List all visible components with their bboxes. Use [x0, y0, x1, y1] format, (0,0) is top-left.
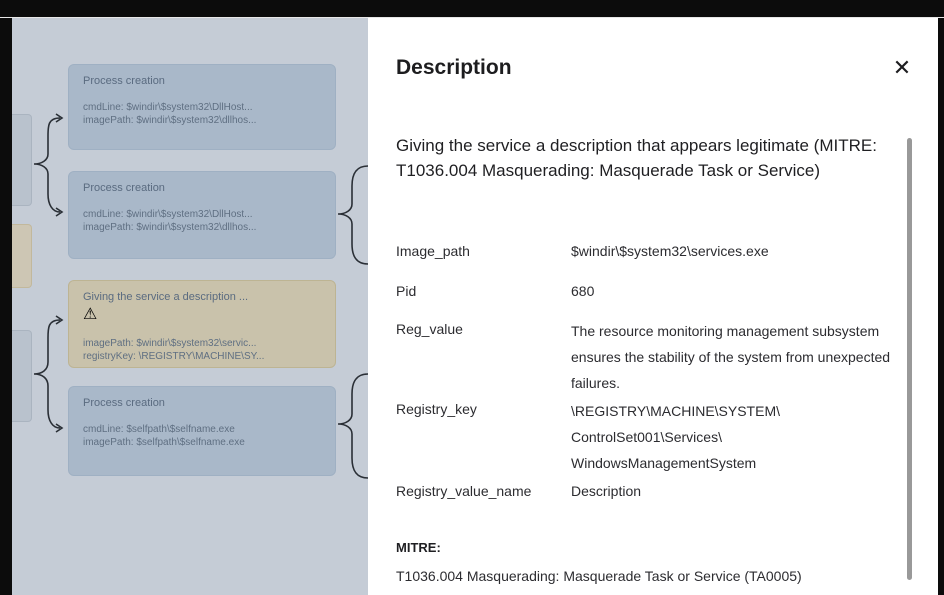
property-value: Description: [571, 483, 642, 499]
graph-node[interactable]: Process creation cmdLine: $selfpath\$sel…: [68, 386, 336, 476]
property-row: Pid 680: [396, 280, 906, 318]
graph-node-warning[interactable]: Giving the service a description ... ⚠ i…: [68, 280, 336, 368]
property-value: $windir\$system32\services.exe: [571, 243, 769, 259]
property-key: Registry_key: [396, 401, 477, 417]
node-detail-line: imagePath: $windir\$system32\servic...: [83, 338, 257, 349]
node-detail-line: imagePath: $windir\$system32\dllhos...: [83, 222, 257, 233]
close-button[interactable]: ✕: [888, 54, 916, 82]
node-title: Process creation: [83, 397, 165, 409]
property-value: The resource monitoring management subsy…: [571, 323, 891, 391]
property-row: Registry_value_name Description: [396, 480, 906, 510]
node-title: Process creation: [83, 182, 165, 194]
property-row: Reg_value The resource monitoring manage…: [396, 318, 906, 398]
node-detail-line: imagePath: $selfpath\$selfname.exe: [83, 437, 245, 448]
node-title: Process creation: [83, 75, 165, 87]
node-detail-line: cmdLine: $windir\$system32\DllHost...: [83, 102, 253, 113]
event-heading: Giving the service a description that ap…: [396, 136, 877, 180]
description-panel: Description ✕ Giving the service a descr…: [368, 18, 938, 595]
property-key: Registry_value_name: [396, 483, 532, 499]
node-detail-line: cmdLine: $windir\$system32\DllHost...: [83, 209, 253, 220]
node-detail-line: registryKey: \REGISTRY\MACHINE\SY...: [83, 351, 265, 362]
process-graph: Process creation cmdLine: $windir\$syste…: [12, 18, 368, 595]
mitre-label: MITRE:: [396, 540, 441, 555]
node-detail-line: imagePath: $windir\$system32\dllhos...: [83, 115, 257, 126]
node-title: Giving the service a description ...: [83, 291, 249, 303]
property-row: Image_path $windir\$system32\services.ex…: [396, 240, 906, 280]
panel-title: Description: [396, 56, 512, 79]
close-icon[interactable]: ✕: [893, 55, 911, 80]
properties-list: Image_path $windir\$system32\services.ex…: [396, 240, 906, 510]
property-value: \REGISTRY\MACHINE\SYSTEM\ ControlSet001\…: [571, 403, 780, 471]
mitre-value: T1036.004 Masquerading: Masquerade Task …: [396, 568, 802, 584]
property-value: 680: [571, 283, 595, 299]
graph-node[interactable]: Process creation cmdLine: $windir\$syste…: [68, 64, 336, 150]
property-key: Pid: [396, 283, 417, 299]
node-detail-line: cmdLine: $selfpath\$selfname.exe: [83, 424, 235, 435]
property-key: Reg_value: [396, 321, 463, 337]
property-key: Image_path: [396, 243, 470, 259]
property-row: Registry_key \REGISTRY\MACHINE\SYSTEM\ C…: [396, 398, 906, 480]
warning-icon: ⚠: [83, 306, 98, 323]
graph-node[interactable]: Process creation cmdLine: $windir\$syste…: [68, 171, 336, 259]
panel-scrollbar[interactable]: [907, 138, 912, 580]
